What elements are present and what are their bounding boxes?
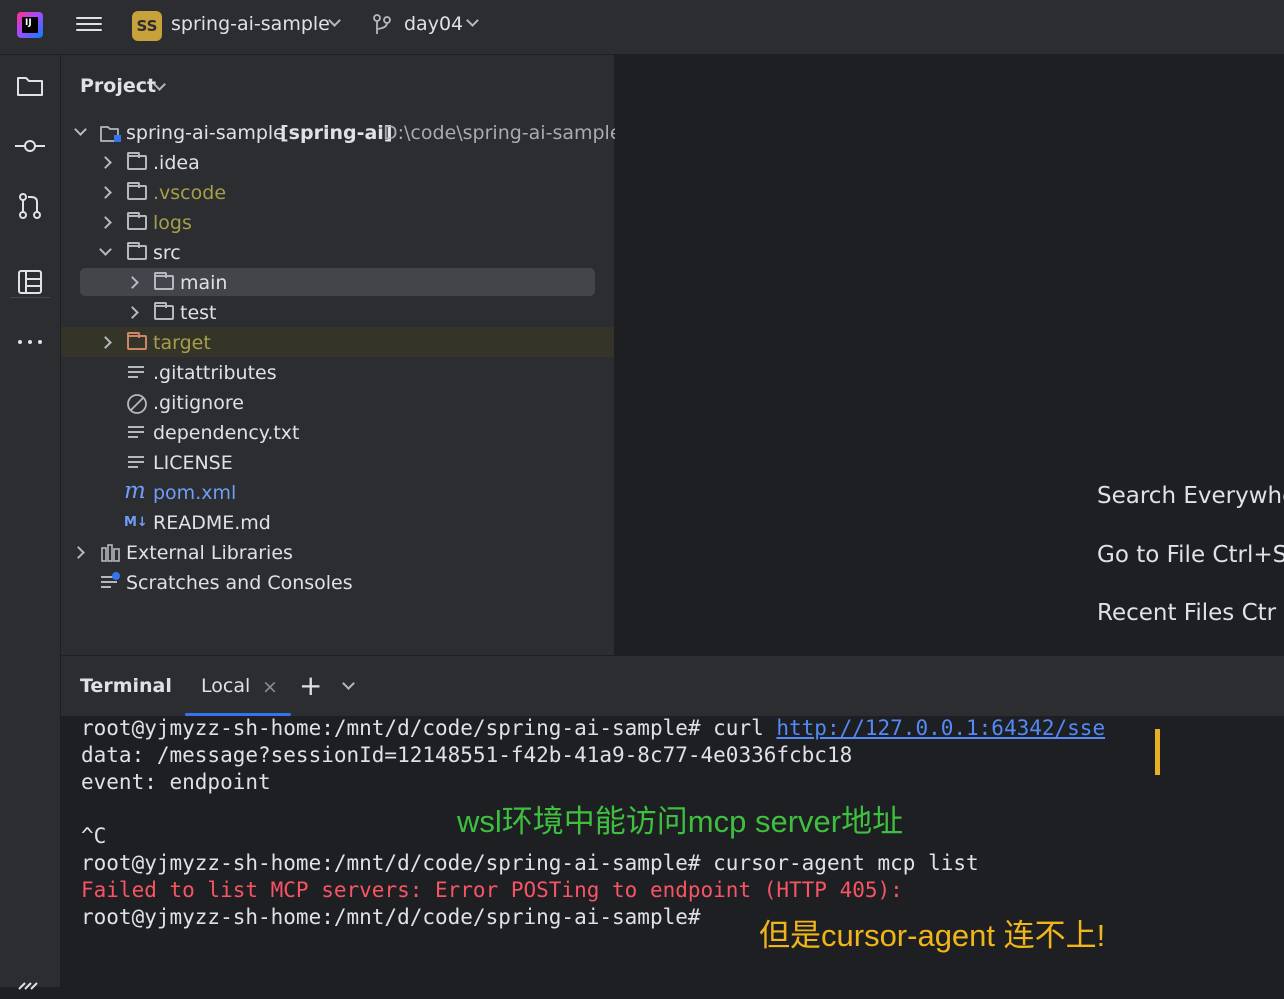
tree-item-target[interactable]: target [61,329,614,357]
project-tool-window: Project spring-ai-sample [spring-ai] D:\… [61,55,622,655]
chevron-right-icon[interactable] [99,336,112,349]
tree-item-gitignore[interactable]: .gitignore [61,389,614,417]
markdown-icon: M↓ [124,515,148,530]
chevron-right-icon[interactable] [99,216,112,229]
root-module: [spring-ai] [280,122,393,144]
terminal-header: Terminal Local × + [61,655,1284,717]
toolbar-separator [10,297,50,298]
folder-icon [127,152,147,170]
terminal-error-line: Failed to list MCP servers: Error POSTin… [81,878,903,902]
intellij-logo-icon[interactable]: IJ [17,12,43,38]
chevron-down-icon[interactable] [99,243,112,256]
text-file-icon [128,426,144,440]
structure-icon[interactable] [15,267,45,297]
module-folder-icon [100,126,121,142]
terminal-output[interactable]: root@yjmyzz-sh-home:/mnt/d/code/spring-a… [61,716,1284,987]
terminal-line: data: /message?sessionId=12148551-f42b-4… [81,743,853,767]
chevron-right-icon[interactable] [72,546,85,559]
tree-item-test[interactable]: test [61,299,614,327]
terminal-line: ^C [81,824,107,848]
terminal-line: root@yjmyzz-sh-home:/mnt/d/code/spring-a… [81,905,701,929]
panel-title[interactable]: Project [80,75,156,97]
chevron-right-icon[interactable] [99,186,112,199]
build-icon[interactable] [15,969,45,999]
tree-item-idea[interactable]: .idea [61,149,614,177]
new-tab-plus-icon[interactable]: + [299,669,322,702]
terminal-line: event: endpoint [81,770,271,794]
chevron-down-icon[interactable] [466,14,479,27]
tree-item-label: target [153,332,211,354]
tree-item-label: External Libraries [126,542,293,564]
folder-icon [127,242,147,260]
hint-search-everywhere[interactable]: Search Everywhe [1097,483,1284,509]
tree-item-pom-xml[interactable]: m pom.xml [61,478,614,507]
folder-icon [154,272,174,290]
chevron-right-icon[interactable] [99,156,112,169]
text-cursor [1155,729,1160,775]
chevron-down-icon[interactable] [328,14,341,27]
main-menu-icon[interactable] [76,13,102,37]
pull-requests-icon[interactable] [15,191,45,221]
project-folder-icon[interactable] [15,71,45,101]
maven-icon: m [124,478,146,504]
tree-item-label: dependency.txt [153,422,300,444]
tree-item-label: .idea [153,152,200,174]
tree-item-readme[interactable]: M↓ README.md [61,509,614,537]
tree-item-label: main [180,272,228,294]
tree-item-external-libraries[interactable]: External Libraries [61,539,614,567]
chevron-down-icon[interactable] [74,123,87,136]
tree-item-label: README.md [153,512,271,534]
tree-item-dependency-txt[interactable]: dependency.txt [61,419,614,447]
project-badge[interactable]: SS [132,11,162,41]
tree-item-label: LICENSE [153,452,233,474]
terminal-tab-local[interactable]: Local [201,675,250,697]
folder-icon [127,182,147,200]
tree-item-gitattributes[interactable]: .gitattributes [61,359,614,387]
tree-item-vscode[interactable]: .vscode [61,179,614,207]
tree-item-label: .gitattributes [153,362,277,384]
tree-item-label: test [180,302,217,324]
branch-selector[interactable]: day04 [404,13,463,35]
library-icon [101,544,120,562]
chevron-down-icon[interactable] [342,677,355,690]
folder-icon [154,302,174,320]
tree-item-src[interactable]: src [61,239,614,267]
tree-item-label: Scratches and Consoles [126,572,353,594]
scratch-badge-icon [112,572,120,580]
root-path: D:\code\spring-ai-sample [383,122,622,144]
tree-item-main[interactable]: main [61,269,614,297]
tree-item-label: pom.xml [153,482,237,504]
tree-item-label: .gitignore [153,392,244,414]
excluded-folder-icon [127,332,147,350]
terminal-line: root@yjmyzz-sh-home:/mnt/d/code/spring-a… [81,716,1106,740]
chevron-right-icon[interactable] [126,276,139,289]
hint-go-to-file[interactable]: Go to File Ctrl+S [1097,542,1284,568]
terminal-title[interactable]: Terminal [80,675,172,697]
title-bar: IJ SS spring-ai-sample day04 [0,0,1284,55]
tree-item-label: logs [153,212,192,234]
hint-recent-files[interactable]: Recent Files Ctr [1097,600,1276,626]
tree-item-label: src [153,242,181,264]
chevron-right-icon[interactable] [126,306,139,319]
git-branch-icon[interactable] [372,14,392,36]
text-file-icon [128,456,144,470]
commit-icon[interactable] [15,131,45,161]
close-tab-icon[interactable]: × [262,676,278,698]
annotation-yellow: 但是cursor-agent 连不上! [759,918,1106,953]
text-file-icon [128,366,144,380]
left-tool-window-bar [0,55,61,990]
project-selector[interactable]: spring-ai-sample [171,13,330,35]
ignore-file-icon [127,394,147,414]
terminal-line: root@yjmyzz-sh-home:/mnt/d/code/spring-a… [81,851,979,875]
folder-icon [127,212,147,230]
tree-item-license[interactable]: LICENSE [61,449,614,477]
tree-item-label: .vscode [153,182,227,204]
annotation-green: wsl环境中能访问mcp server地址 [457,804,904,839]
sse-url-link[interactable]: http://127.0.0.1:64342/sse [776,716,1105,740]
tree-item-logs[interactable]: logs [61,209,614,237]
tree-item-scratches[interactable]: Scratches and Consoles [61,569,614,597]
editor-empty-area: Search Everywhe Go to File Ctrl+S Recent… [615,55,1284,655]
more-tools-icon[interactable] [15,327,45,357]
root-name: spring-ai-sample [126,122,285,144]
